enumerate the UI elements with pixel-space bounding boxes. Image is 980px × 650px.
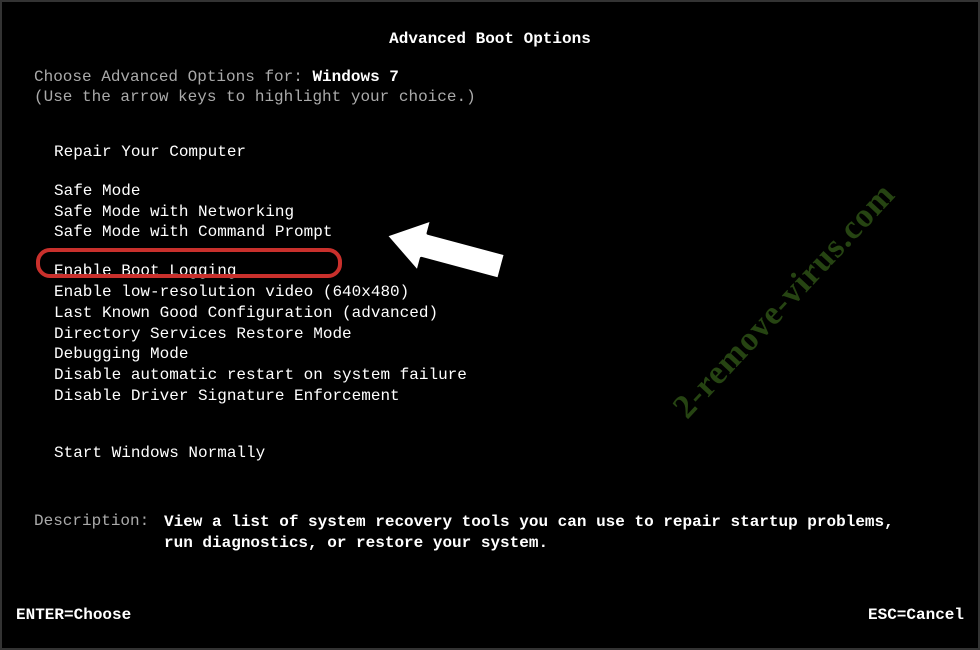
menu-item-safe-mode-cmd[interactable]: Safe Mode with Command Prompt <box>54 222 332 243</box>
menu-item-ds-restore[interactable]: Directory Services Restore Mode <box>54 324 946 345</box>
menu-item-disable-restart[interactable]: Disable automatic restart on system fail… <box>54 365 946 386</box>
hint-line: (Use the arrow keys to highlight your ch… <box>34 88 946 106</box>
os-name: Windows 7 <box>312 68 398 86</box>
footer-esc: ESC=Cancel <box>868 606 964 624</box>
menu-item-safe-mode-networking[interactable]: Safe Mode with Networking <box>54 202 946 223</box>
menu-item-boot-logging[interactable]: Enable Boot Logging <box>54 261 946 282</box>
footer-enter: ENTER=Choose <box>16 606 131 624</box>
menu-item-low-res[interactable]: Enable low-resolution video (640x480) <box>54 282 946 303</box>
menu-item-disable-driver-sig[interactable]: Disable Driver Signature Enforcement <box>54 386 946 407</box>
menu-item-debugging[interactable]: Debugging Mode <box>54 344 946 365</box>
menu-item-start-normal[interactable]: Start Windows Normally <box>54 443 946 464</box>
boot-menu: Repair Your Computer Safe Mode Safe Mode… <box>34 142 946 464</box>
menu-item-repair[interactable]: Repair Your Computer <box>54 142 946 163</box>
footer: ENTER=Choose ESC=Cancel <box>16 606 964 624</box>
description-label: Description: <box>34 512 164 555</box>
description-text: View a list of system recovery tools you… <box>164 512 918 555</box>
page-title: Advanced Boot Options <box>2 2 978 68</box>
choose-line: Choose Advanced Options for: Windows 7 <box>34 68 946 86</box>
menu-item-last-known[interactable]: Last Known Good Configuration (advanced) <box>54 303 946 324</box>
choose-prefix: Choose Advanced Options for: <box>34 68 312 86</box>
description-section: Description: View a list of system recov… <box>2 512 978 555</box>
menu-item-safe-mode[interactable]: Safe Mode <box>54 181 946 202</box>
